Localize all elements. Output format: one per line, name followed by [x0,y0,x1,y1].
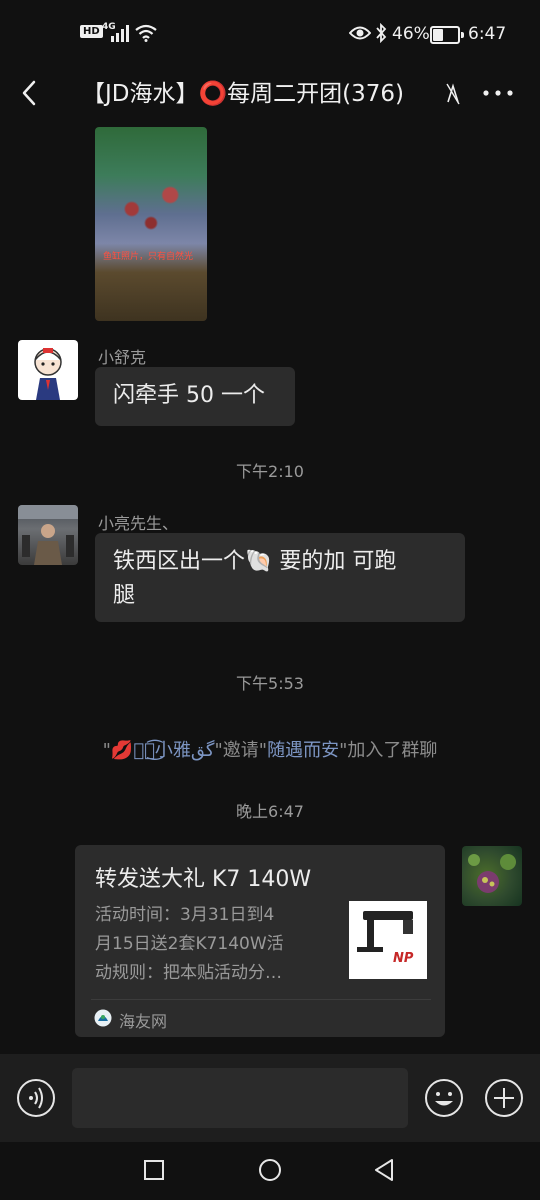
triangle-back-icon [375,1159,393,1181]
thumbnail-brand-text: NP [393,951,414,966]
message-input[interactable] [72,1068,408,1128]
signal-icon [111,25,129,42]
card-divider [91,999,431,1000]
eye-icon [349,26,371,40]
recent-apps-button[interactable] [140,1156,168,1184]
plus-icon [485,1079,523,1117]
message-text-line-2: 腿 [113,583,136,608]
voice-icon [17,1079,55,1117]
more-dots-icon [483,90,513,96]
image-coral-decoration [103,167,199,237]
cartoon-avatar-icon [34,348,62,400]
quote-mark: " [102,740,111,761]
image-message[interactable]: 鱼缸照片，只有自然光 [95,127,207,321]
chat-header: 【JD海水】⭕每周二开团(376) [0,66,540,122]
reef-photo-avatar-icon [468,854,516,893]
invite-verb: 邀请 [222,740,259,761]
avatar-self[interactable] [462,846,522,906]
card-desc-line-2: 月15日送2套K7140W活 [95,934,284,954]
timestamp: 下午5:53 [236,674,304,693]
timestamp: 晚上6:47 [236,802,304,821]
emoji-button[interactable] [424,1078,464,1118]
home-button[interactable] [256,1156,284,1184]
card-title: 转发送大礼 K7 140W [95,867,312,892]
avatar-xiaoshuke[interactable] [18,340,78,400]
message-text: 闪牵手 50 一个 [113,383,265,408]
lamp-product-icon [357,911,413,952]
back-button[interactable] [14,76,48,110]
system-join-notice: "💋ঔৣ͜͡小雅گق"邀请"随遇而安"加入了群聊 [0,736,540,762]
more-button[interactable] [478,76,518,110]
card-thumbnail: NP [349,901,427,979]
sender-name: 小舒克 [98,348,147,367]
card-description: 活动时间：3月31日到4 月15日送2套K7140W活 动规则：把本贴活动分… [95,901,335,988]
card-source-name: 海友网 [119,1012,168,1031]
message-bubble[interactable]: 铁西区出一个🐚 要的加 可跑 腿 [95,533,465,622]
battery-percent: 46% [392,24,430,44]
join-suffix: 加入了群聊 [347,740,438,761]
message-text: 铁西区出一个🐚 要的加 可跑 腿 [113,545,453,613]
gym-photo-avatar-icon [18,505,78,565]
quote-mark: " [214,740,223,761]
link-card-message[interactable]: 转发送大礼 K7 140W 活动时间：3月31日到4 月15日送2套K7140W… [75,845,445,1037]
quote-mark: " [258,740,268,761]
system-nav-bar [0,1142,540,1200]
chat-title: 【JD海水】⭕每周二开团(376) [82,81,404,107]
circle-icon [259,1159,281,1181]
input-bar [0,1054,540,1142]
card-desc-line-1: 活动时间：3月31日到4 [95,905,275,925]
emoji-icon [425,1079,463,1117]
hd-badge: HD [80,25,103,38]
wifi-icon [135,24,157,42]
invitee-link[interactable]: 随遇而安 [267,740,339,761]
timestamp: 下午2:10 [236,462,304,481]
voice-button[interactable] [16,1078,56,1118]
bluetooth-icon [376,23,387,43]
source-app-icon [94,1009,112,1027]
inviter-link[interactable]: 💋ঔৣ͜͡小雅گق [111,740,215,761]
plus-button[interactable] [484,1078,524,1118]
sender-name: 小亮先生、 [98,514,179,533]
message-bubble[interactable]: 闪牵手 50 一个 [95,367,295,426]
battery-icon [430,26,464,44]
status-bar: HD 4G 46% 6:47 [0,0,540,66]
back-arrow-icon [22,80,36,106]
image-caption-text: 鱼缸照片，只有自然光 [103,252,194,262]
clock: 6:47 [468,24,507,44]
card-desc-line-3: 动规则：把本贴活动分… [95,963,282,983]
mute-bell-icon [446,83,460,105]
avatar-xiaoliang[interactable] [18,505,78,565]
nav-back-button[interactable] [370,1156,398,1184]
square-icon [144,1160,164,1180]
message-text-line-1: 铁西区出一个🐚 要的加 可跑 [113,549,397,574]
